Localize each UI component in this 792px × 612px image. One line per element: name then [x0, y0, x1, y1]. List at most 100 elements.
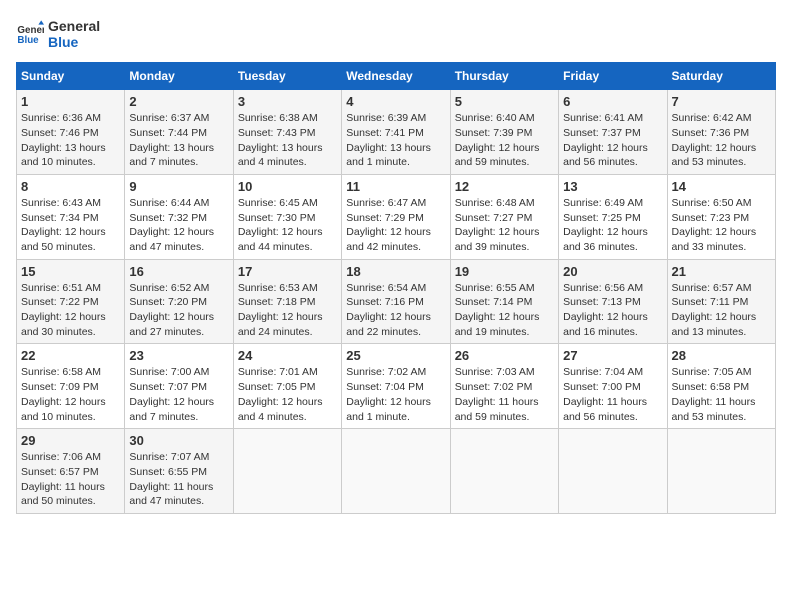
calendar-cell: 13Sunrise: 6:49 AMSunset: 7:25 PMDayligh…: [559, 174, 667, 259]
calendar-row: 15 Sunrise: 6:51 AMSunset: 7:22 PMDayligh…: [17, 259, 776, 344]
calendar-cell: 7Sunrise: 6:42 AMSunset: 7:36 PMDaylight…: [667, 90, 775, 175]
day-number: 26: [455, 348, 554, 363]
col-header-wednesday: Wednesday: [342, 63, 450, 90]
day-number: 3: [238, 94, 337, 109]
col-header-tuesday: Tuesday: [233, 63, 341, 90]
calendar-cell: 28 Sunrise: 7:05 AMSunset: 6:58 PMDayligh…: [667, 344, 775, 429]
calendar-cell: 19 Sunrise: 6:55 AMSunset: 7:14 PMDayligh…: [450, 259, 558, 344]
calendar-cell: 3Sunrise: 6:38 AMSunset: 7:43 PMDaylight…: [233, 90, 341, 175]
day-info: Sunrise: 6:56 AMSunset: 7:13 PMDaylight:…: [563, 282, 648, 338]
calendar-cell: 20 Sunrise: 6:56 AMSunset: 7:13 PMDayligh…: [559, 259, 667, 344]
calendar-cell: 23 Sunrise: 7:00 AMSunset: 7:07 PMDayligh…: [125, 344, 233, 429]
day-number: 24: [238, 348, 337, 363]
day-number: 5: [455, 94, 554, 109]
calendar-cell: 11 Sunrise: 6:47 AMSunset: 7:29 PMDayligh…: [342, 174, 450, 259]
logo-icon: General Blue: [16, 19, 44, 47]
calendar-cell: 17 Sunrise: 6:53 AMSunset: 7:18 PMDayligh…: [233, 259, 341, 344]
day-number: 21: [672, 264, 771, 279]
calendar-cell: [667, 429, 775, 514]
day-number: 9: [129, 179, 228, 194]
day-number: 30: [129, 433, 228, 448]
day-number: 29: [21, 433, 120, 448]
calendar-cell: 6 Sunrise: 6:41 AMSunset: 7:37 PMDaylight…: [559, 90, 667, 175]
calendar-cell: 26 Sunrise: 7:03 AMSunset: 7:02 PMDayligh…: [450, 344, 558, 429]
calendar-row: 29 Sunrise: 7:06 AMSunset: 6:57 PMDayligh…: [17, 429, 776, 514]
day-info: Sunrise: 6:51 AMSunset: 7:22 PMDaylight:…: [21, 282, 106, 338]
day-number: 25: [346, 348, 445, 363]
calendar-row: 8 Sunrise: 6:43 AMSunset: 7:34 PMDaylight…: [17, 174, 776, 259]
calendar-cell: 5 Sunrise: 6:40 AMSunset: 7:39 PMDaylight…: [450, 90, 558, 175]
day-number: 7: [672, 94, 771, 109]
day-number: 10: [238, 179, 337, 194]
calendar-cell: 8 Sunrise: 6:43 AMSunset: 7:34 PMDaylight…: [17, 174, 125, 259]
day-number: 6: [563, 94, 662, 109]
calendar-cell: 10 Sunrise: 6:45 AMSunset: 7:30 PMDayligh…: [233, 174, 341, 259]
day-number: 8: [21, 179, 120, 194]
calendar-cell: [233, 429, 341, 514]
day-number: 15: [21, 264, 120, 279]
day-info: Sunrise: 7:00 AMSunset: 7:07 PMDaylight:…: [129, 366, 214, 422]
day-number: 2: [129, 94, 228, 109]
day-number: 20: [563, 264, 662, 279]
day-info: Sunrise: 7:03 AMSunset: 7:02 PMDaylight:…: [455, 366, 539, 422]
col-header-friday: Friday: [559, 63, 667, 90]
day-number: 17: [238, 264, 337, 279]
day-number: 23: [129, 348, 228, 363]
day-info: Sunrise: 6:50 AMSunset: 7:23 PMDaylight:…: [672, 197, 757, 253]
day-info: Sunrise: 6:40 AMSunset: 7:39 PMDaylight:…: [455, 112, 540, 168]
day-number: 1: [21, 94, 120, 109]
day-info: Sunrise: 6:52 AMSunset: 7:20 PMDaylight:…: [129, 282, 214, 338]
day-info: Sunrise: 6:43 AMSunset: 7:34 PMDaylight:…: [21, 197, 106, 253]
day-number: 22: [21, 348, 120, 363]
calendar-cell: 29 Sunrise: 7:06 AMSunset: 6:57 PMDayligh…: [17, 429, 125, 514]
calendar-cell: [450, 429, 558, 514]
calendar-row: 1 Sunrise: 6:36 AMSunset: 7:46 PMDaylight…: [17, 90, 776, 175]
calendar-cell: [559, 429, 667, 514]
calendar-cell: 9Sunrise: 6:44 AMSunset: 7:32 PMDaylight…: [125, 174, 233, 259]
day-info: Sunrise: 6:53 AMSunset: 7:18 PMDaylight:…: [238, 282, 323, 338]
day-info: Sunrise: 7:07 AMSunset: 6:55 PMDaylight:…: [129, 451, 213, 507]
day-number: 28: [672, 348, 771, 363]
calendar-cell: 30 Sunrise: 7:07 AMSunset: 6:55 PMDayligh…: [125, 429, 233, 514]
calendar-cell: 18 Sunrise: 6:54 AMSunset: 7:16 PMDayligh…: [342, 259, 450, 344]
logo: General Blue General Blue: [16, 16, 100, 50]
col-header-monday: Monday: [125, 63, 233, 90]
calendar-cell: 25 Sunrise: 7:02 AMSunset: 7:04 PMDayligh…: [342, 344, 450, 429]
calendar-table: SundayMondayTuesdayWednesdayThursdayFrid…: [16, 62, 776, 514]
calendar-cell: 14Sunrise: 6:50 AMSunset: 7:23 PMDayligh…: [667, 174, 775, 259]
day-number: 16: [129, 264, 228, 279]
col-header-saturday: Saturday: [667, 63, 775, 90]
day-info: Sunrise: 6:55 AMSunset: 7:14 PMDaylight:…: [455, 282, 540, 338]
calendar-cell: 24 Sunrise: 7:01 AMSunset: 7:05 PMDayligh…: [233, 344, 341, 429]
calendar-header-row: SundayMondayTuesdayWednesdayThursdayFrid…: [17, 63, 776, 90]
calendar-cell: 21 Sunrise: 6:57 AMSunset: 7:11 PMDayligh…: [667, 259, 775, 344]
day-info: Sunrise: 7:05 AMSunset: 6:58 PMDaylight:…: [672, 366, 756, 422]
day-number: 18: [346, 264, 445, 279]
calendar-row: 22 Sunrise: 6:58 AMSunset: 7:09 PMDayligh…: [17, 344, 776, 429]
day-info: Sunrise: 6:41 AMSunset: 7:37 PMDaylight:…: [563, 112, 648, 168]
day-info: Sunrise: 6:45 AMSunset: 7:30 PMDaylight:…: [238, 197, 323, 253]
day-number: 4: [346, 94, 445, 109]
day-info: Sunrise: 6:58 AMSunset: 7:09 PMDaylight:…: [21, 366, 106, 422]
page-header: General Blue General Blue: [16, 16, 776, 50]
calendar-cell: 2 Sunrise: 6:37 AMSunset: 7:44 PMDaylight…: [125, 90, 233, 175]
day-number: 19: [455, 264, 554, 279]
calendar-cell: 27Sunrise: 7:04 AMSunset: 7:00 PMDayligh…: [559, 344, 667, 429]
day-number: 11: [346, 179, 445, 194]
calendar-cell: 16 Sunrise: 6:52 AMSunset: 7:20 PMDayligh…: [125, 259, 233, 344]
calendar-cell: 12Sunrise: 6:48 AMSunset: 7:27 PMDayligh…: [450, 174, 558, 259]
day-info: Sunrise: 7:02 AMSunset: 7:04 PMDaylight:…: [346, 366, 431, 422]
day-info: Sunrise: 6:54 AMSunset: 7:16 PMDaylight:…: [346, 282, 431, 338]
day-info: Sunrise: 6:57 AMSunset: 7:11 PMDaylight:…: [672, 282, 757, 338]
calendar-cell: 22 Sunrise: 6:58 AMSunset: 7:09 PMDayligh…: [17, 344, 125, 429]
day-info: Sunrise: 7:06 AMSunset: 6:57 PMDaylight:…: [21, 451, 105, 507]
logo-text-blue: Blue: [48, 34, 100, 50]
day-info: Sunrise: 6:48 AMSunset: 7:27 PMDaylight:…: [455, 197, 540, 253]
day-info: Sunrise: 6:47 AMSunset: 7:29 PMDaylight:…: [346, 197, 431, 253]
day-info: Sunrise: 7:01 AMSunset: 7:05 PMDaylight:…: [238, 366, 323, 422]
col-header-thursday: Thursday: [450, 63, 558, 90]
day-info: Sunrise: 6:36 AMSunset: 7:46 PMDaylight:…: [21, 112, 106, 168]
col-header-sunday: Sunday: [17, 63, 125, 90]
day-info: Sunrise: 6:37 AMSunset: 7:44 PMDaylight:…: [129, 112, 214, 168]
day-info: Sunrise: 7:04 AMSunset: 7:00 PMDaylight:…: [563, 366, 647, 422]
